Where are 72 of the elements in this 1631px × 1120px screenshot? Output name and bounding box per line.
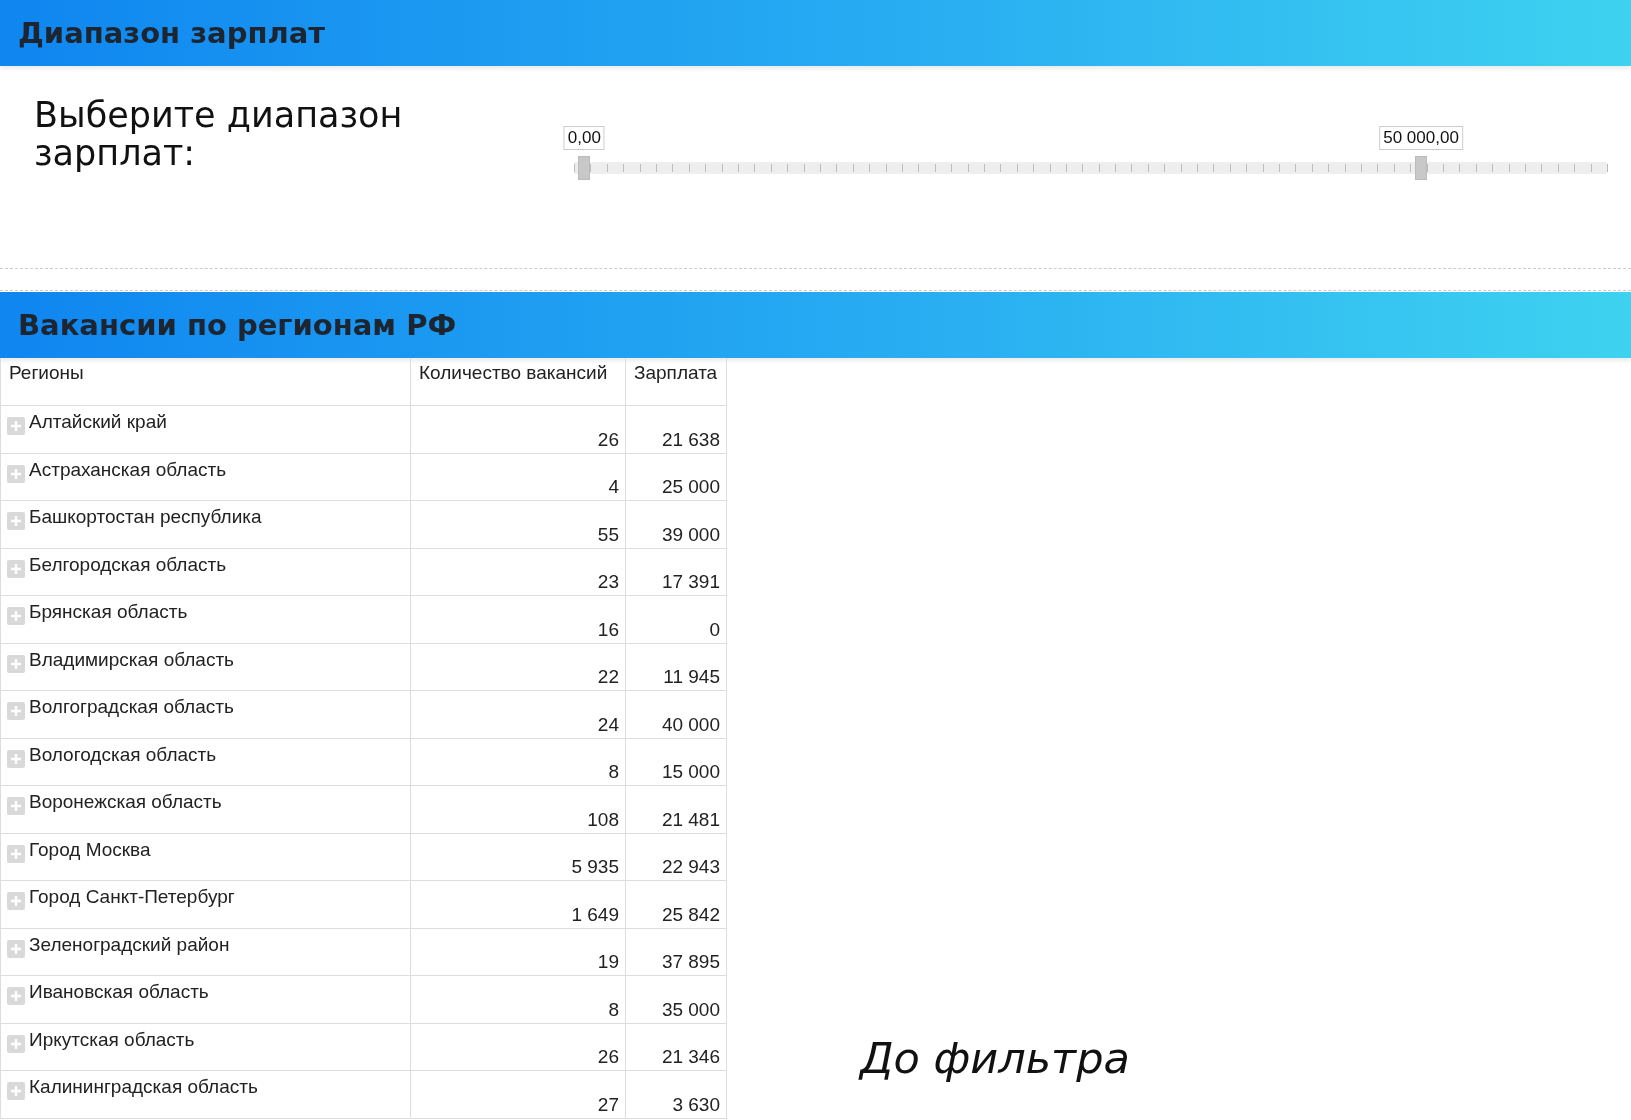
table-cell: 11 945 <box>663 666 720 687</box>
table-cell: 22 943 <box>661 856 720 877</box>
thumb-value-label: 50 000,00 <box>1379 126 1463 150</box>
region-name: Калининградская область <box>29 1076 258 1098</box>
expand-icon[interactable] <box>7 1082 25 1100</box>
table-cell: 26 <box>597 428 619 450</box>
expand-icon[interactable] <box>7 844 25 863</box>
expand-icon[interactable] <box>7 607 25 625</box>
expand-icon[interactable] <box>7 987 25 1005</box>
table-cell: 25 842 <box>661 903 720 925</box>
column-header: Количество вакансий <box>410 358 626 406</box>
region-name: Иркутская область <box>29 1028 195 1051</box>
expand-icon[interactable] <box>7 512 25 530</box>
table-cell: 40 000 <box>661 713 720 735</box>
region-name: Астраханская область <box>29 458 227 481</box>
slider-label: Выберите диапазон зарплат: <box>33 94 404 175</box>
table-cell: 22 <box>597 666 619 687</box>
region-name: Алтайский край <box>29 411 167 433</box>
region-name: Башкортостан республика <box>29 506 262 528</box>
region-name: Вологодская область <box>29 743 217 766</box>
expand-icon[interactable] <box>7 939 25 958</box>
table-cell: 27 <box>597 1093 619 1115</box>
expand-icon[interactable] <box>7 749 25 768</box>
table-cell: 17 391 <box>661 571 720 592</box>
slider-thumb[interactable] <box>578 156 591 180</box>
region-name: Волгоградская область <box>29 696 234 718</box>
table-cell: 55 <box>597 523 619 545</box>
region-name: Зеленоградский район <box>29 933 230 956</box>
expand-icon[interactable] <box>7 1034 25 1053</box>
panel-title: Диапазон зарплат <box>18 16 326 50</box>
table-cell: 26 <box>597 1046 619 1067</box>
expand-icon[interactable] <box>7 559 25 578</box>
caption: До фильтра <box>860 1033 1130 1083</box>
table-cell: 16 <box>597 618 619 640</box>
column-header: Зарплата <box>625 358 727 406</box>
region-name: Владимирская область <box>29 648 234 671</box>
table-cell: 39 000 <box>661 523 720 545</box>
table-cell: 37 895 <box>661 951 720 972</box>
table-cell: 19 <box>597 951 619 972</box>
table-cell: 1 649 <box>571 903 619 925</box>
region-name: Белгородская область <box>29 553 227 576</box>
region-name: Город Санкт-Петербург <box>29 886 235 908</box>
expand-icon[interactable] <box>7 702 25 720</box>
panel-title: Вакансии по регионам РФ <box>18 308 457 342</box>
region-name: Ивановская область <box>29 981 209 1003</box>
column-header: Регионы <box>0 358 411 406</box>
table-cell: 108 <box>587 808 619 830</box>
table-cell: 4 <box>608 476 619 497</box>
expand-icon[interactable] <box>7 417 25 435</box>
expand-icon[interactable] <box>7 654 25 673</box>
expand-icon[interactable] <box>7 892 25 910</box>
expand-icon[interactable] <box>7 464 25 483</box>
table-cell: 21 638 <box>661 428 720 450</box>
table-cell: 25 000 <box>661 476 720 497</box>
table-cell: 35 000 <box>661 998 720 1020</box>
table-cell: 8 <box>608 998 619 1020</box>
slider-thumb[interactable] <box>1415 156 1428 180</box>
table-cell: 15 000 <box>661 761 720 782</box>
table-cell: 5 935 <box>571 856 619 877</box>
table-cell: 23 <box>597 571 619 592</box>
expand-icon[interactable] <box>7 797 25 815</box>
table-cell: 3 630 <box>672 1093 720 1115</box>
table-cell: 21 346 <box>661 1046 720 1067</box>
table-cell: 0 <box>709 618 720 640</box>
table-cell: 8 <box>608 761 619 782</box>
thumb-value-label: 0,00 <box>563 126 605 150</box>
table-cell: 21 481 <box>661 808 720 830</box>
table-cell: 24 <box>597 713 619 735</box>
region-name: Воронежская область <box>29 791 222 813</box>
region-name: Город Москва <box>29 838 151 861</box>
region-name: Брянская область <box>29 601 188 623</box>
range-slider[interactable]: 0,00 50 000,00 <box>550 122 1631 182</box>
